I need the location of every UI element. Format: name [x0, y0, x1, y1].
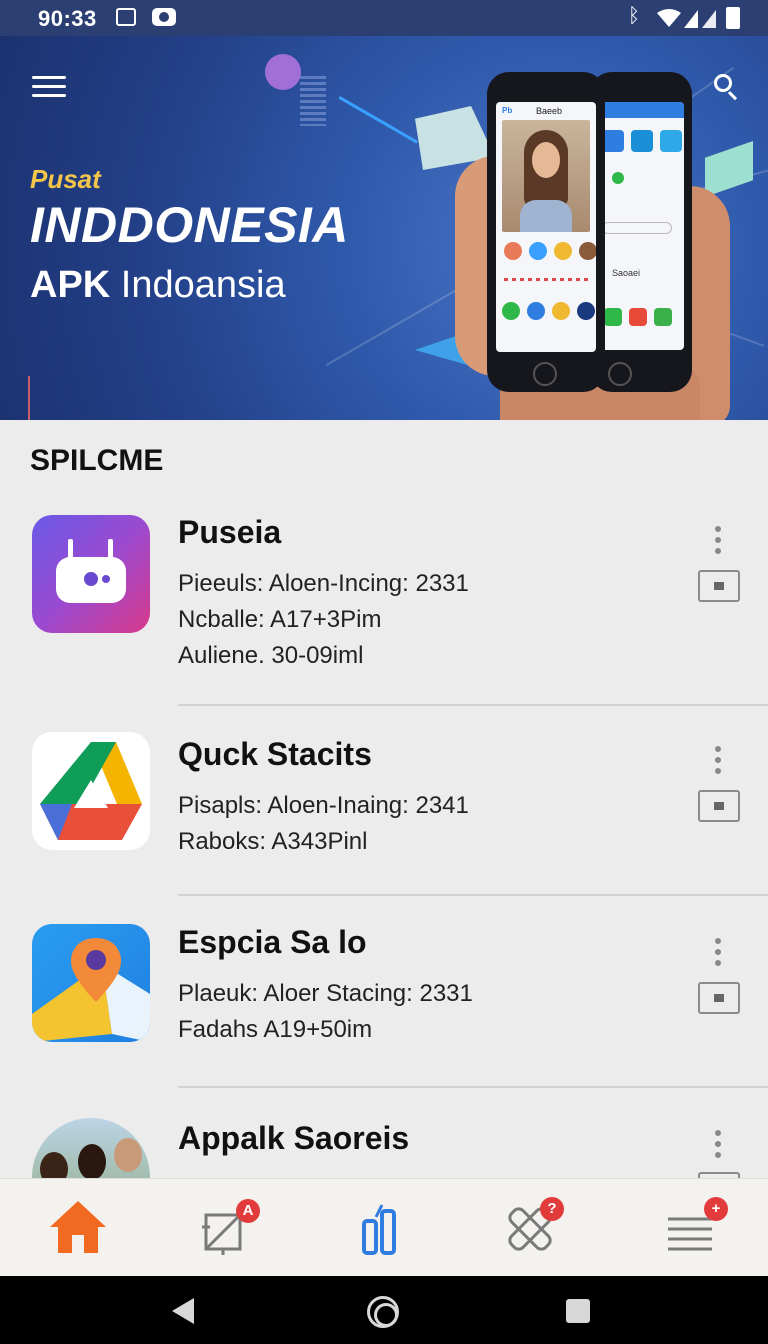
brand-title: INDDONESIA: [30, 197, 349, 253]
people-photo-icon[interactable]: [32, 1118, 150, 1178]
brand-subtitle-bold: APK: [30, 264, 111, 306]
back-phone-label: Saoaei: [612, 268, 641, 278]
home-icon: [50, 1201, 106, 1253]
app-detail: Pieeuls: Aloen-Incing: 2331: [178, 570, 469, 597]
app-detail: Fadahs A19+50im: [178, 1016, 373, 1043]
app-name[interactable]: Appalk Saoreis: [178, 1120, 409, 1157]
more-options-icon[interactable]: [708, 526, 728, 556]
list-item[interactable]: Puseia Pieeuls: Aloen-Incing: 2331 Ncbal…: [0, 500, 768, 700]
nav-tools[interactable]: ?: [500, 1197, 564, 1257]
decorative-shape: [705, 141, 753, 197]
status-bar: 90:33 ᛒ: [0, 0, 768, 36]
install-button[interactable]: [698, 790, 740, 822]
sim-card-icon: [116, 8, 136, 26]
home-circle-icon[interactable]: [367, 1296, 399, 1328]
front-phone-illustration: Pb Baeeb: [487, 72, 605, 392]
more-options-icon[interactable]: [708, 746, 728, 776]
decorative-circle: [265, 54, 301, 90]
list-item[interactable]: Espcia Sa lo Plaeuk: Aloer Stacing: 2331…: [0, 910, 768, 1080]
system-navigation-bar: [0, 1276, 768, 1344]
signal-icon: [684, 10, 716, 28]
section-title: SPILCME: [30, 444, 164, 477]
robot-app-icon[interactable]: [32, 515, 150, 633]
app-detail: Raboks: A343Pinl: [178, 828, 368, 855]
install-button[interactable]: [698, 570, 740, 602]
nav-menu[interactable]: +: [662, 1197, 728, 1257]
portrait-photo: [502, 120, 590, 232]
bluetooth-icon: ᛒ: [628, 5, 640, 27]
divider: [178, 704, 768, 706]
decorative-lines: [28, 376, 88, 420]
back-phone-illustration: Saoaei: [590, 72, 692, 392]
status-time: 90:33: [38, 6, 97, 31]
wifi-icon: [657, 9, 681, 27]
more-options-icon[interactable]: [708, 1130, 728, 1160]
app-name[interactable]: Quck Stacits: [178, 736, 372, 773]
battery-icon: [726, 7, 740, 29]
app-detail: Pisapls: Aloen-Inaing: 2341: [178, 792, 469, 819]
list-item[interactable]: Appalk Saoreis: [0, 1100, 768, 1178]
back-icon[interactable]: [172, 1298, 194, 1324]
install-button[interactable]: [698, 982, 740, 1014]
brand-subtitle-rest: Indoansia: [120, 264, 286, 306]
app-name[interactable]: Espcia Sa lo: [178, 924, 367, 961]
updates-badge: A: [236, 1199, 260, 1223]
tools-badge: ?: [540, 1197, 564, 1221]
camera-icon: [152, 8, 176, 26]
search-icon[interactable]: [712, 72, 742, 102]
banner-ray: [338, 96, 418, 144]
bottom-navigation: A ? +: [0, 1178, 768, 1276]
more-options-icon[interactable]: [708, 938, 728, 968]
maps-app-icon[interactable]: [32, 924, 150, 1042]
divider: [178, 1086, 768, 1088]
app-detail: Plaeuk: Aloer Stacing: 2331: [178, 980, 473, 1007]
hamburger-menu-icon[interactable]: [32, 76, 66, 98]
menu-badge: +: [704, 1197, 728, 1221]
app-name[interactable]: Puseia: [178, 514, 281, 551]
divider: [178, 894, 768, 896]
decorative-stripes: [300, 76, 326, 126]
app-detail: Auliene. 30-09iml: [178, 642, 364, 669]
brand-subtitle: APK Indoansia: [30, 264, 286, 307]
bar-chart-icon: [362, 1204, 396, 1255]
front-phone-header: Baeeb: [536, 106, 563, 116]
drive-app-icon[interactable]: [32, 732, 150, 850]
list-item[interactable]: Quck Stacits Pisapls: Aloen-Inaing: 2341…: [0, 720, 768, 890]
recent-apps-icon[interactable]: [566, 1299, 590, 1323]
nav-updates[interactable]: A: [196, 1197, 260, 1257]
brand-kicker: Pusat: [30, 164, 101, 194]
nav-home[interactable]: [48, 1197, 108, 1257]
nav-top-charts[interactable]: [352, 1197, 412, 1257]
app-detail: Ncballe: A17+3Pim: [178, 606, 382, 633]
hero-banner[interactable]: Pusat INDDONESIA APK Indoansia Saoaei Pb…: [0, 36, 768, 420]
